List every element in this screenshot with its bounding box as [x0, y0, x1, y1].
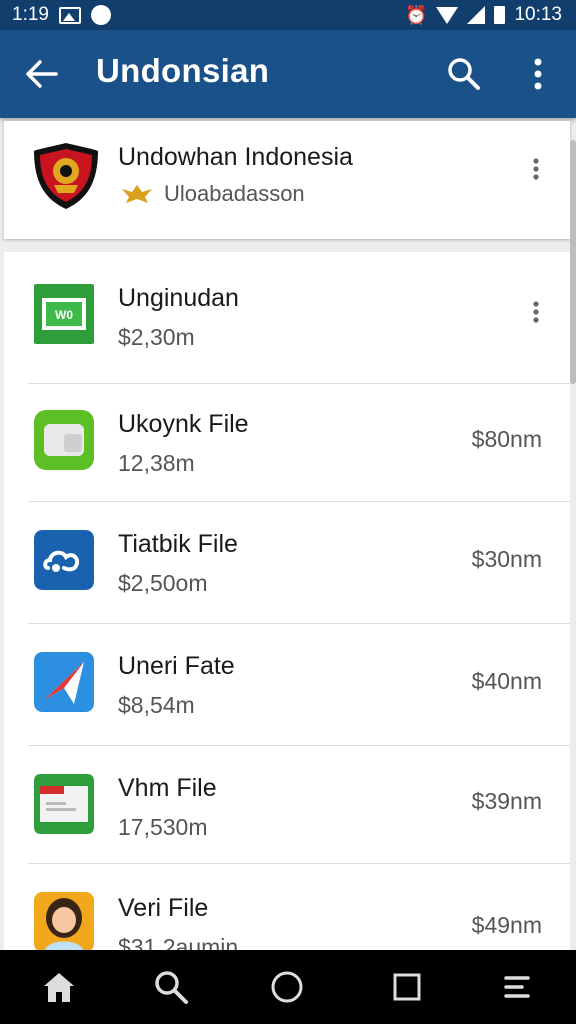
blue-arrow-icon — [34, 652, 94, 712]
app-title: Undonsian — [96, 52, 270, 89]
file-price: $40nm — [471, 668, 542, 694]
garuda-small-icon — [122, 185, 152, 203]
garuda-emblem-icon — [34, 143, 98, 209]
green-folder-icon — [34, 774, 94, 834]
battery-icon — [494, 6, 506, 24]
file-name: Unginudan — [118, 284, 239, 312]
file-list: W0 Unginudan $2,30m Ukoynk File 12,38m $… — [4, 252, 570, 952]
file-name: Veri File — [118, 894, 209, 922]
back-arrow-icon[interactable] — [22, 54, 62, 94]
list-item[interactable]: Ukoynk File 12,38m $80nm — [4, 384, 570, 502]
file-name: Vhm File — [118, 774, 217, 802]
blue-cloud-icon — [34, 530, 94, 590]
green-document-icon: W0 — [34, 284, 94, 344]
status-bar: 1:19 ⏰ 10:13 — [0, 0, 576, 30]
more-vert-icon[interactable] — [522, 54, 554, 94]
search-icon[interactable] — [444, 54, 484, 94]
list-item[interactable]: W0 Unginudan $2,30m — [4, 252, 570, 384]
file-price: $30nm — [471, 546, 542, 572]
alarm-icon: ⏰ — [405, 4, 428, 25]
file-size: $2,30m — [118, 324, 195, 350]
wifi-icon — [436, 6, 459, 24]
app-bar: Undonsian — [0, 30, 576, 118]
file-size: 17,530m — [118, 814, 208, 840]
circle-app-icon — [90, 5, 111, 25]
file-price: $39nm — [471, 788, 542, 814]
search-icon[interactable] — [152, 968, 190, 1006]
header-card[interactable]: Undowhan Indonesia Uloabadasson — [4, 121, 570, 239]
menu-icon[interactable] — [498, 968, 536, 1006]
list-item[interactable]: Veri File $31,2aumin $49nm — [4, 864, 570, 952]
square-recents-icon[interactable] — [388, 968, 426, 1006]
status-time: 10:13 — [514, 4, 562, 25]
file-name: Tiatbik File — [118, 530, 238, 558]
signal-icon — [467, 6, 486, 24]
file-price: $80nm — [471, 426, 542, 452]
list-item[interactable]: Vhm File 17,530m $39nm — [4, 746, 570, 864]
card-subtitle-row: Uloabadasson — [120, 181, 305, 207]
navigation-bar — [0, 950, 576, 1024]
image-icon — [58, 6, 81, 24]
circle-home-icon[interactable] — [268, 968, 306, 1006]
file-price: $49nm — [471, 912, 542, 938]
file-name: Uneri Fate — [118, 652, 235, 680]
avatar-girl-icon — [34, 892, 94, 952]
file-size: 12,38m — [118, 450, 195, 476]
card-subtitle: Uloabadasson — [164, 181, 305, 206]
file-size: $8,54m — [118, 692, 195, 718]
row-more-icon[interactable] — [526, 300, 546, 324]
file-size: $2,50om — [118, 570, 208, 596]
green-chat-icon — [34, 410, 94, 470]
file-name: Ukoynk File — [118, 410, 249, 438]
home-icon[interactable] — [40, 968, 78, 1006]
status-left-text: 1:19 — [12, 4, 49, 25]
list-item[interactable]: Tiatbik File $2,50om $30nm — [4, 502, 570, 624]
card-more-icon[interactable] — [526, 157, 546, 181]
scrollbar[interactable] — [570, 140, 576, 384]
list-item[interactable]: Uneri Fate $8,54m $40nm — [4, 624, 570, 746]
svg-text:W0: W0 — [55, 308, 73, 322]
card-title: Undowhan Indonesia — [118, 143, 353, 171]
